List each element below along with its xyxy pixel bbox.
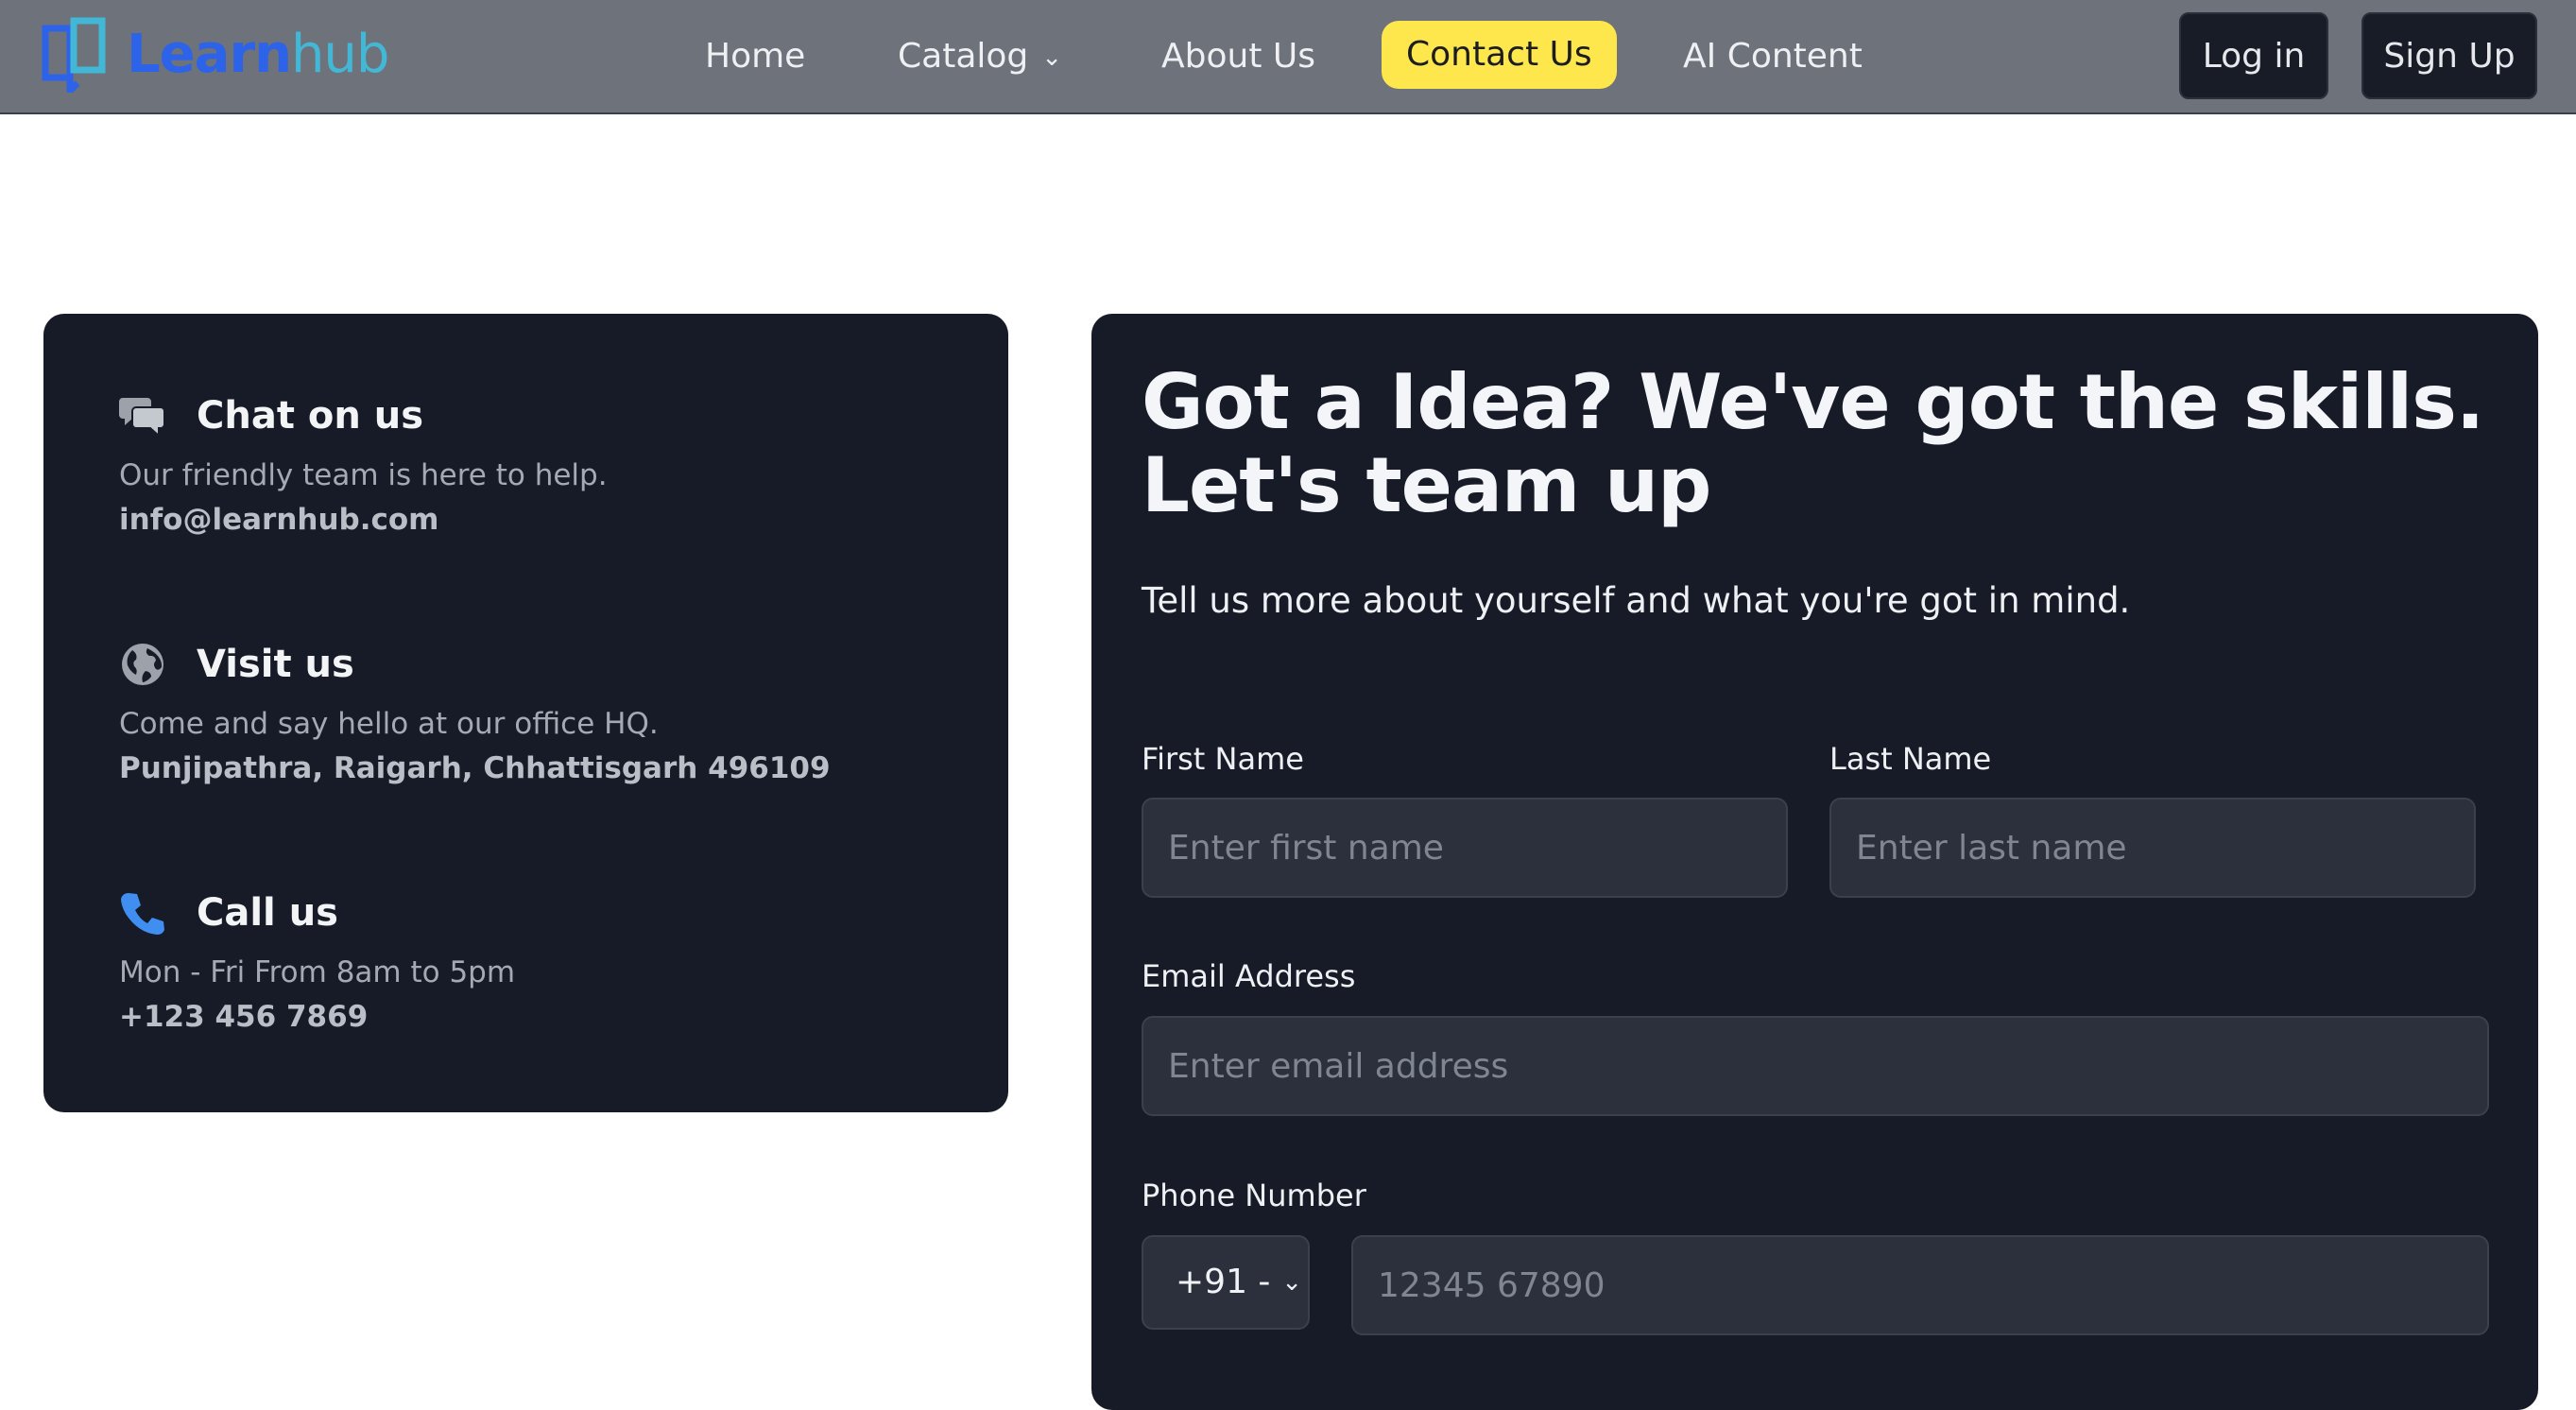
visit-info: Visit us Come and say hello at our offic… [119, 636, 831, 791]
call-info: Call us Mon - Fri From 8am to 5pm +123 4… [119, 885, 515, 1040]
chevron-down-icon: ⌄ [1041, 43, 1063, 72]
call-number[interactable]: +123 456 7869 [119, 994, 515, 1040]
form-heading: Got a Idea? We've got the skills. Let's … [1142, 358, 2484, 529]
visit-title: Visit us [197, 643, 354, 686]
chat-subtitle: Our friendly team is here to help. [119, 458, 608, 492]
chevron-down-icon: ⌄ [1281, 1268, 1302, 1297]
first-name-input[interactable] [1142, 798, 1788, 898]
brand-name: Learnhub [127, 17, 390, 93]
chat-icon [119, 398, 165, 438]
chat-email[interactable]: info@learnhub.com [119, 497, 608, 542]
nav-contact-active[interactable]: Contact Us [1382, 21, 1617, 89]
email-label: Email Address [1142, 958, 1356, 994]
call-subtitle: Mon - Fri From 8am to 5pm [119, 955, 516, 989]
globe-icon [122, 644, 163, 685]
nav-catalog[interactable]: Catalog ⌄ [898, 26, 1062, 87]
nav-about[interactable]: About Us [1161, 26, 1315, 87]
country-code-value: +91 - [1176, 1263, 1271, 1301]
navbar: Learnhub Home Catalog ⌄ About Us Contact … [0, 0, 2576, 114]
last-name-label: Last Name [1829, 741, 1992, 777]
email-input[interactable] [1142, 1016, 2489, 1116]
form-subheading: Tell us more about yourself and what you… [1142, 580, 2131, 621]
first-name-label: First Name [1142, 741, 1304, 777]
contact-form-card: Got a Idea? We've got the skills. Let's … [1091, 314, 2538, 1410]
last-name-input[interactable] [1829, 798, 2476, 898]
phone-input[interactable] [1351, 1235, 2489, 1335]
country-code-select[interactable]: +91 - ⌄ [1142, 1235, 1310, 1330]
chat-info: Chat on us Our friendly team is here to … [119, 387, 608, 542]
nav-ai-content[interactable]: AI Content [1683, 26, 1863, 87]
call-title: Call us [197, 891, 338, 935]
visit-subtitle: Come and say hello at our office HQ. [119, 707, 659, 741]
nav-catalog-label: Catalog [898, 37, 1029, 76]
phone-label: Phone Number [1142, 1178, 1366, 1213]
visit-address: Punjipathra, Raigarh, Chhattisgarh 49610… [119, 751, 831, 785]
logo[interactable]: Learnhub [42, 17, 390, 93]
brand-name-part1: Learn [127, 24, 292, 85]
phone-icon [121, 893, 164, 935]
login-button[interactable]: Log in [2179, 12, 2328, 99]
brand-name-part2: hub [290, 24, 390, 85]
book-logo-icon [42, 17, 106, 93]
chat-title: Chat on us [197, 394, 424, 438]
signup-button[interactable]: Sign Up [2361, 12, 2537, 99]
nav-home[interactable]: Home [705, 26, 805, 87]
contact-info-card: Chat on us Our friendly team is here to … [43, 314, 1008, 1112]
